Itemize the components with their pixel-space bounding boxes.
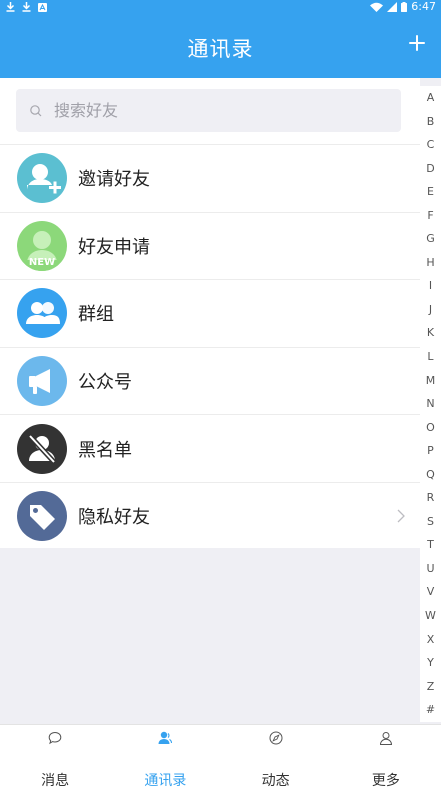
index-letter[interactable]: V bbox=[427, 580, 435, 604]
contacts-panel: 邀请好友 NEW 好友申请 bbox=[0, 78, 420, 548]
index-letter[interactable]: Z bbox=[427, 675, 435, 699]
list-item-friend-requests[interactable]: NEW 好友申请 bbox=[0, 211, 420, 280]
index-letter[interactable]: R bbox=[427, 486, 435, 510]
index-letter[interactable]: P bbox=[427, 439, 434, 463]
new-badge: NEW bbox=[28, 256, 56, 268]
index-letter[interactable]: T bbox=[427, 533, 434, 557]
tab-label: 通讯录 bbox=[144, 773, 187, 788]
signal-icon bbox=[387, 2, 398, 12]
list-item-label: 隐私好友 bbox=[78, 507, 150, 529]
status-bar: 6:47 bbox=[0, 0, 441, 14]
compass-icon bbox=[269, 731, 283, 745]
index-letter[interactable]: W bbox=[425, 604, 436, 628]
index-letter[interactable]: G bbox=[426, 227, 435, 251]
index-letter[interactable]: X bbox=[427, 628, 435, 652]
tab-more[interactable]: 更多 bbox=[331, 725, 441, 788]
index-letter[interactable]: U bbox=[426, 557, 434, 581]
index-letter[interactable]: B bbox=[427, 110, 435, 134]
index-letter[interactable]: Y bbox=[427, 651, 434, 675]
list-item-blacklist[interactable]: 黑名单 bbox=[0, 414, 420, 482]
tab-moments[interactable]: 动态 bbox=[221, 725, 331, 788]
tab-contacts[interactable]: 通讯录 bbox=[110, 725, 220, 788]
app-header: 通讯录 bbox=[0, 14, 441, 78]
list-item-groups[interactable]: 群组 bbox=[0, 279, 420, 347]
list-item-official-accounts[interactable]: 公众号 bbox=[0, 346, 420, 415]
index-letter[interactable]: F bbox=[427, 204, 433, 228]
index-letter[interactable]: # bbox=[426, 698, 435, 722]
list-item-label: 公众号 bbox=[78, 372, 132, 394]
blocked-user-icon bbox=[17, 423, 67, 474]
alphabet-index[interactable]: A B C D E F G H I J K L M N O P Q R S T U V W X Y Z # bbox=[420, 86, 441, 722]
bottom-tab-bar: 消息 通讯录 动态 更多 bbox=[0, 724, 441, 788]
invite-user-icon bbox=[17, 153, 67, 204]
contacts-menu-list: 邀请好友 NEW 好友申请 群组 公众号 黑名单 隐私好友 bbox=[0, 144, 420, 550]
index-letter[interactable]: N bbox=[426, 392, 434, 416]
index-letter[interactable]: A bbox=[427, 86, 435, 110]
tab-messages[interactable]: 消息 bbox=[0, 725, 110, 788]
tab-label: 更多 bbox=[371, 773, 400, 788]
wifi-icon bbox=[370, 2, 384, 12]
index-letter[interactable]: S bbox=[427, 510, 434, 534]
list-item-invite-friends[interactable]: 邀请好友 bbox=[0, 144, 420, 212]
add-icon[interactable] bbox=[405, 32, 429, 56]
tag-icon bbox=[17, 491, 67, 542]
index-letter[interactable]: J bbox=[429, 298, 432, 322]
index-letter[interactable]: E bbox=[427, 180, 434, 204]
search-icon bbox=[30, 105, 42, 117]
index-letter[interactable]: M bbox=[426, 369, 436, 393]
group-icon bbox=[17, 288, 67, 339]
list-item-label: 群组 bbox=[78, 304, 114, 326]
index-letter[interactable]: Q bbox=[426, 463, 435, 487]
list-item-label: 好友申请 bbox=[78, 236, 150, 258]
contacts-icon bbox=[158, 731, 173, 744]
page-title: 通讯录 bbox=[187, 37, 254, 61]
index-letter[interactable]: K bbox=[427, 321, 434, 345]
index-letter[interactable]: C bbox=[427, 133, 435, 157]
search-input[interactable] bbox=[16, 89, 401, 132]
search-box bbox=[16, 89, 401, 132]
index-letter[interactable]: D bbox=[426, 157, 434, 181]
tab-label: 消息 bbox=[41, 773, 70, 788]
index-letter[interactable]: O bbox=[426, 416, 435, 440]
person-icon bbox=[379, 732, 392, 745]
battery-icon bbox=[401, 2, 408, 12]
tab-label: 动态 bbox=[261, 773, 290, 788]
chat-icon bbox=[48, 731, 62, 745]
index-letter[interactable]: I bbox=[429, 274, 432, 298]
list-item-private-friends[interactable]: 隐私好友 bbox=[0, 481, 420, 550]
megaphone-icon bbox=[17, 356, 67, 407]
index-letter[interactable]: L bbox=[427, 345, 433, 369]
download-icon bbox=[6, 2, 15, 12]
chevron-right-icon bbox=[397, 509, 405, 523]
index-letter[interactable]: H bbox=[426, 251, 434, 275]
app-notification-icon bbox=[38, 2, 47, 12]
list-item-label: 邀请好友 bbox=[78, 169, 150, 191]
friend-request-icon: NEW bbox=[17, 220, 67, 271]
download-icon bbox=[22, 2, 31, 12]
status-time: 6:47 bbox=[411, 0, 436, 13]
list-item-label: 黑名单 bbox=[78, 439, 132, 461]
